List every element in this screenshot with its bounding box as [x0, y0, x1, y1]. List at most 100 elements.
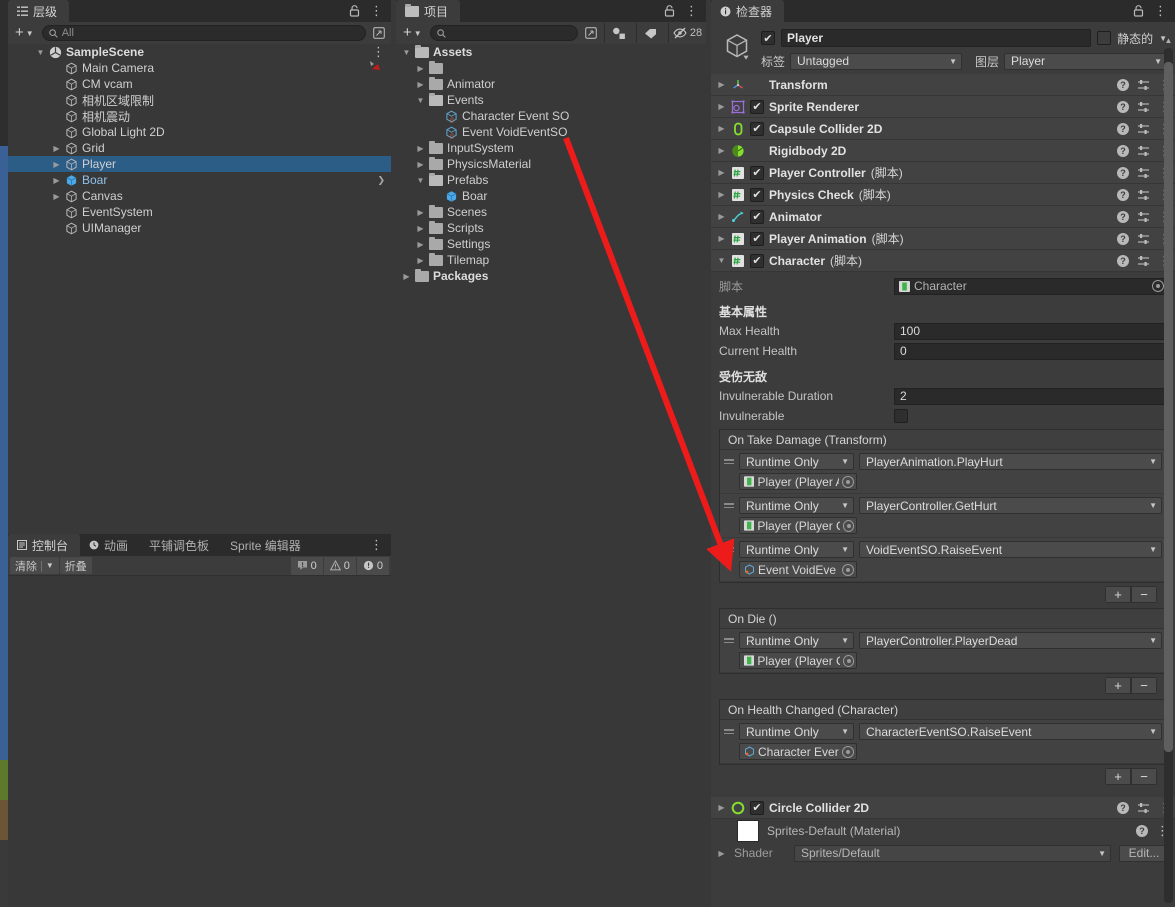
hierarchy-item-main-camera[interactable]: Main Camera: [8, 60, 391, 76]
help-icon[interactable]: ?: [1117, 122, 1129, 135]
drag-handle-icon[interactable]: [724, 729, 734, 734]
preset-icon[interactable]: [1137, 101, 1150, 113]
help-icon[interactable]: ?: [1117, 254, 1129, 267]
expander-icon[interactable]: ▶: [52, 144, 61, 153]
project-item-settings[interactable]: ▶ Settings: [396, 236, 706, 252]
hierarchy-item-global-light-2d[interactable]: Global Light 2D: [8, 124, 391, 140]
prefab-open-arrow-icon[interactable]: ❯: [377, 175, 385, 186]
object-picker-icon[interactable]: [842, 563, 854, 576]
object-picker-icon[interactable]: [842, 475, 854, 488]
drag-handle-icon[interactable]: [724, 503, 734, 508]
tab-project[interactable]: 项目: [396, 0, 461, 22]
expander-icon[interactable]: ▶: [717, 146, 726, 155]
shader-dropdown[interactable]: Sprites/Default ▼: [794, 844, 1111, 862]
static-checkbox[interactable]: [1097, 31, 1112, 45]
hierarchy-tree[interactable]: ▼ SampleScene ⋮ Main Camera CM vcam 相机区域限制 相机震…: [8, 44, 391, 533]
expander-icon[interactable]: ▶: [717, 212, 726, 221]
expander-icon[interactable]: ▼: [416, 176, 425, 185]
project-tree[interactable]: ▼ Assets ▶ ▶ Animator ▼ Events {} Character Even…: [396, 44, 706, 907]
preset-icon[interactable]: [1137, 211, 1150, 223]
shader-edit-button[interactable]: Edit...: [1119, 844, 1167, 862]
console-clear-button[interactable]: 清除 | ▼: [10, 557, 59, 574]
project-item-prefabs[interactable]: ▼ Prefabs: [396, 172, 706, 188]
hierarchy-item-相机震动[interactable]: 相机震动: [8, 108, 391, 124]
component-enabled-checkbox[interactable]: ✔: [750, 99, 764, 114]
inspector-content[interactable]: ✔ Player 静态的 ▼ 标签 Untagged ▼ 图层 Player ▼…: [711, 22, 1175, 907]
hierarchy-item-player[interactable]: ▶ Player: [8, 156, 391, 172]
component-enabled-checkbox[interactable]: ✔: [750, 253, 764, 268]
event-function-dropdown[interactable]: PlayerAnimation.PlayHurt ▼: [859, 453, 1162, 470]
component-animator[interactable]: ▶✔Animator?⋮: [711, 206, 1175, 228]
lock-icon[interactable]: [1133, 5, 1144, 17]
invuln-duration-input[interactable]: 2: [894, 387, 1167, 405]
object-picker-icon[interactable]: [842, 519, 854, 532]
component-character[interactable]: ▼✔Character(脚本)?⋮: [711, 250, 1175, 272]
console-log-area[interactable]: [8, 578, 391, 907]
expander-icon[interactable]: ▼: [402, 48, 411, 57]
event-function-dropdown[interactable]: VoidEventSO.RaiseEvent ▼: [859, 541, 1162, 558]
project-item-packages[interactable]: ▶ Packages: [396, 268, 706, 284]
preset-icon[interactable]: [1137, 145, 1150, 157]
help-icon[interactable]: ?: [1117, 78, 1129, 91]
invulnerable-checkbox[interactable]: [894, 409, 908, 423]
tag-dropdown[interactable]: Untagged ▼: [790, 52, 963, 70]
console-menu-icon[interactable]: ⋮: [370, 538, 383, 551]
console-warning-counter[interactable]: 0: [323, 556, 356, 575]
script-object-field[interactable]: Character: [894, 277, 1167, 295]
layer-dropdown[interactable]: Player ▼: [1004, 52, 1167, 70]
expander-icon[interactable]: ▶: [717, 849, 726, 858]
event-mode-dropdown[interactable]: Runtime Only ▼: [739, 632, 854, 649]
event-remove-button[interactable]: −: [1131, 767, 1157, 785]
expander-icon[interactable]: ▶: [717, 124, 726, 133]
event-object-field[interactable]: Player (Player C: [739, 652, 857, 669]
expander-icon[interactable]: ▼: [416, 96, 425, 105]
expander-icon[interactable]: ▶: [416, 256, 425, 265]
circle-collider-enabled-checkbox[interactable]: ✔: [750, 800, 764, 815]
preset-icon[interactable]: [1137, 189, 1150, 201]
project-item-animator[interactable]: ▶ Animator: [396, 76, 706, 92]
project-item-inputsystem[interactable]: ▶ InputSystem: [396, 140, 706, 156]
gameobject-name-input[interactable]: Player: [781, 29, 1092, 47]
event-remove-button[interactable]: −: [1131, 585, 1157, 603]
hierarchy-item-cm-vcam[interactable]: CM vcam: [8, 76, 391, 92]
console-tab-3[interactable]: Sprite 编辑器: [221, 534, 313, 556]
filter-by-type-button[interactable]: [604, 23, 632, 43]
preset-icon[interactable]: [1137, 123, 1150, 135]
project-item-event-voideventso[interactable]: {} Event VoidEventSO: [396, 124, 706, 140]
console-error-counter[interactable]: 0: [290, 556, 323, 575]
event-function-dropdown[interactable]: PlayerController.PlayerDead ▼: [859, 632, 1162, 649]
help-icon[interactable]: ?: [1117, 801, 1129, 814]
project-menu-icon[interactable]: ⋮: [685, 4, 698, 17]
project-item-scripts[interactable]: ▶ Scripts: [396, 220, 706, 236]
help-icon[interactable]: ?: [1117, 166, 1129, 179]
expander-icon[interactable]: ▶: [416, 80, 425, 89]
filter-by-label-button[interactable]: [636, 23, 664, 43]
inspector-scrollbar[interactable]: ▲: [1164, 36, 1173, 903]
hierarchy-item-canvas[interactable]: ▶ Canvas: [8, 188, 391, 204]
scene-menu-icon[interactable]: ⋮: [372, 45, 385, 58]
event-object-field[interactable]: Character Ever: [739, 743, 857, 760]
event-add-button[interactable]: +: [1105, 676, 1131, 694]
hierarchy-item-uimanager[interactable]: UIManager: [8, 220, 391, 236]
drag-handle-icon[interactable]: [724, 547, 734, 552]
tab-inspector[interactable]: 检查器: [711, 0, 785, 22]
hidden-packages-counter[interactable]: 28: [668, 23, 706, 43]
drag-handle-icon[interactable]: [724, 638, 734, 643]
console-tab-1[interactable]: 动画: [80, 534, 141, 556]
event-mode-dropdown[interactable]: Runtime Only ▼: [739, 723, 854, 740]
preset-icon[interactable]: [1137, 233, 1150, 245]
expander-icon[interactable]: ▶: [416, 144, 425, 153]
lock-icon[interactable]: [349, 5, 360, 17]
object-picker-icon[interactable]: [842, 654, 854, 667]
component-circle-collider-2d[interactable]: ▶ ✔ Circle Collider 2D ? ⋮: [711, 797, 1175, 819]
expander-icon[interactable]: ▶: [402, 272, 411, 281]
event-object-field[interactable]: Player (Player C: [739, 517, 857, 534]
console-tab-0[interactable]: 控制台: [8, 534, 81, 556]
preset-icon[interactable]: [1137, 255, 1150, 267]
help-icon[interactable]: ?: [1117, 210, 1129, 223]
console-collapse-button[interactable]: 折叠: [59, 557, 92, 574]
event-add-button[interactable]: +: [1105, 585, 1131, 603]
component-enabled-checkbox[interactable]: ✔: [750, 209, 764, 224]
project-add-button[interactable]: + ▼: [399, 25, 426, 40]
hierarchy-item-boar[interactable]: ▶ Boar ❯: [8, 172, 391, 188]
